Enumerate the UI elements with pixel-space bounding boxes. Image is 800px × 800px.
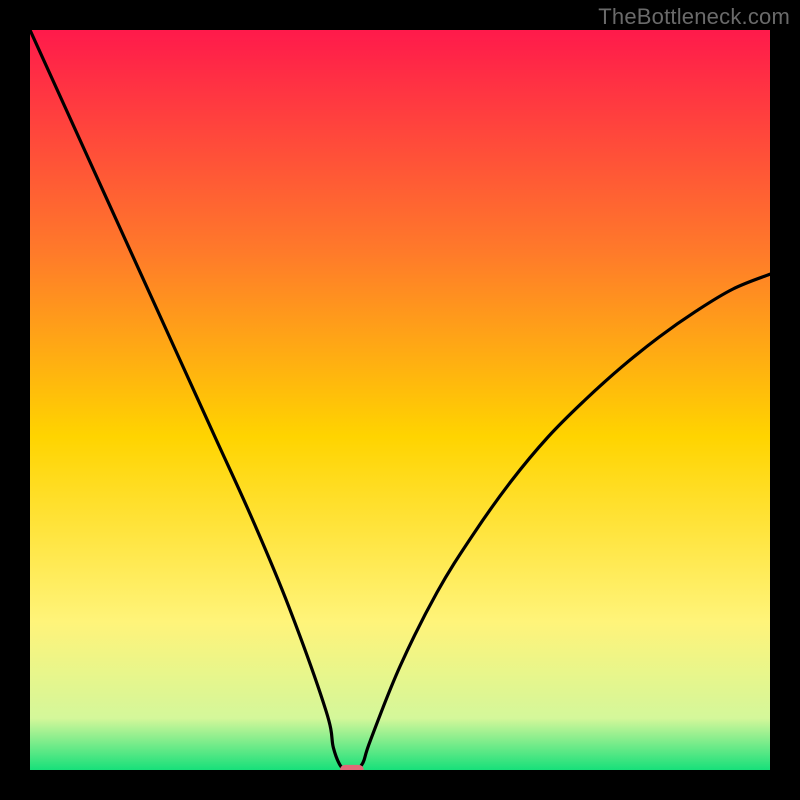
plot-area: [30, 30, 770, 770]
optimal-marker: [340, 765, 364, 770]
chart-frame: TheBottleneck.com: [0, 0, 800, 800]
watermark-text: TheBottleneck.com: [598, 4, 790, 30]
bottleneck-chart-svg: [30, 30, 770, 770]
gradient-background: [30, 30, 770, 770]
